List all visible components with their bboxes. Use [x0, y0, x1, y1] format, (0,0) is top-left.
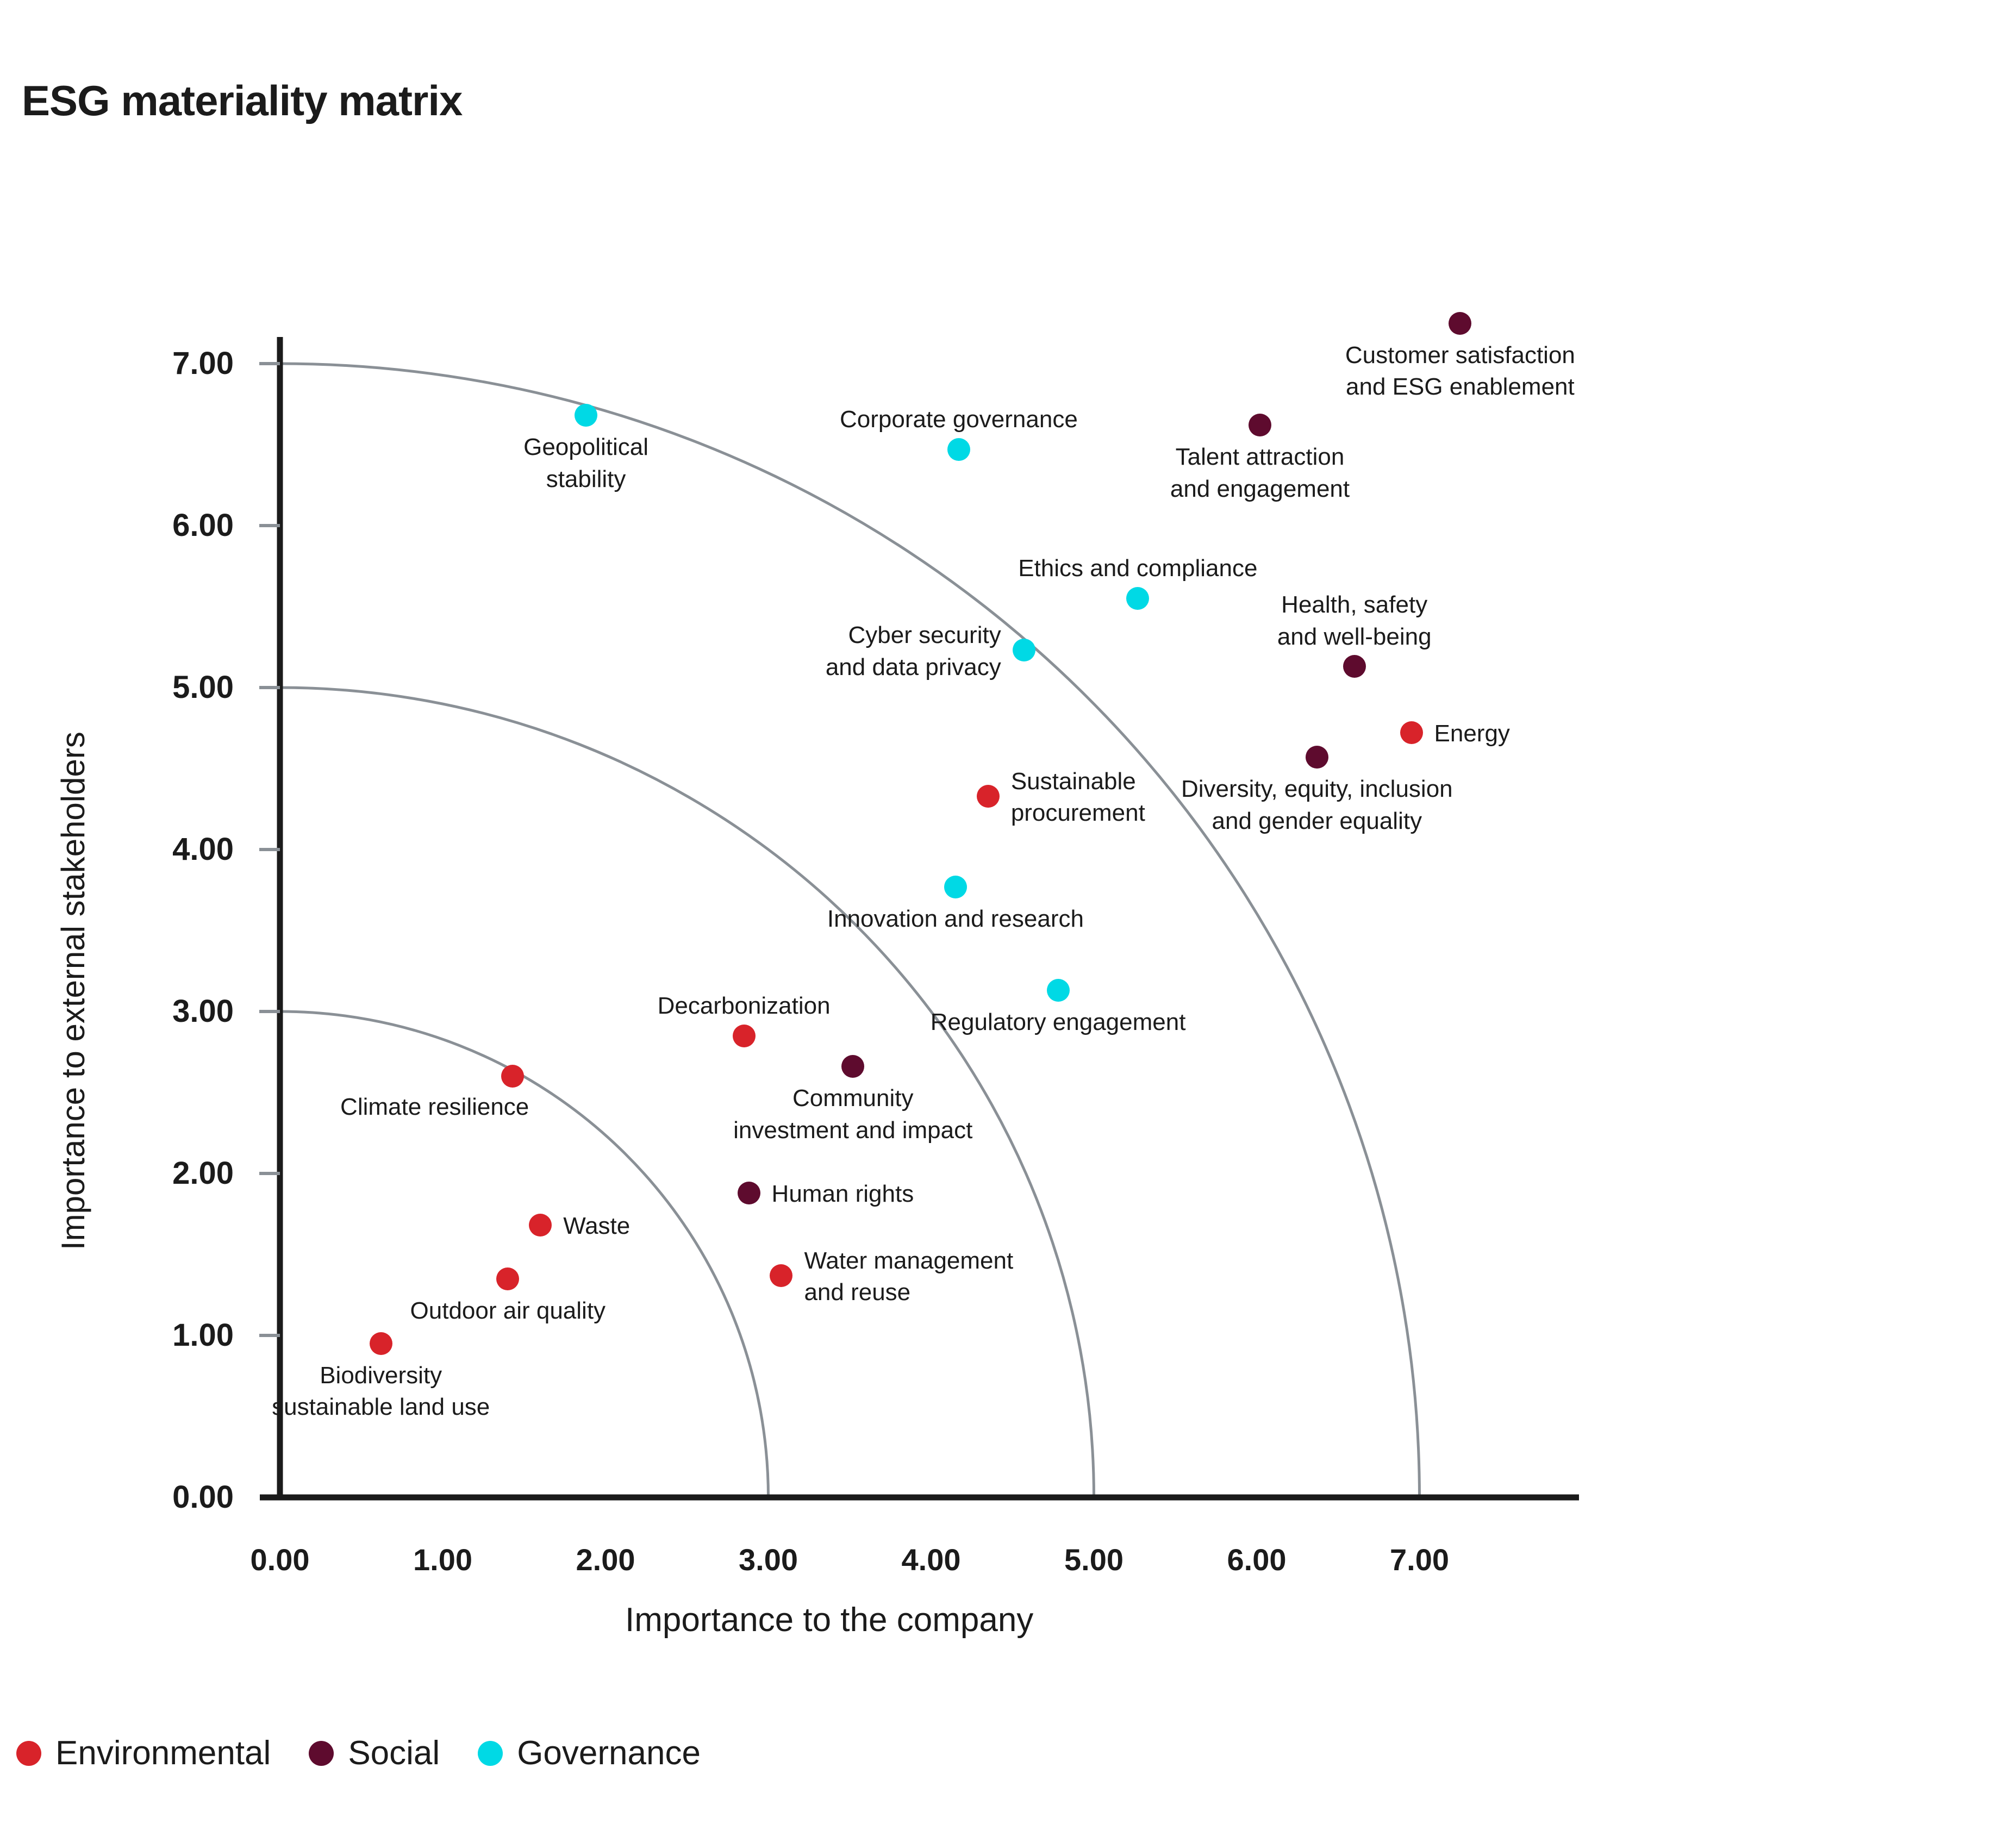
data-point-label: Water management and reuse: [804, 1247, 1014, 1306]
data-point-label: Decarbonization: [657, 992, 831, 1019]
y-tick-label: 2.00: [172, 1156, 234, 1191]
data-point[interactable]: [1248, 414, 1271, 437]
y-tick-label: 5.00: [172, 670, 234, 705]
legend-label: Environmental: [55, 1734, 271, 1772]
legend-item[interactable]: Social: [309, 1734, 440, 1772]
y-tick-label: 3.00: [172, 994, 234, 1029]
y-tick-label: 1.00: [172, 1317, 234, 1353]
data-point-label: Biodiversity sustainable land use: [272, 1362, 490, 1421]
data-point[interactable]: [770, 1264, 793, 1287]
data-point[interactable]: [737, 1181, 760, 1204]
data-point[interactable]: [1343, 655, 1366, 678]
data-point[interactable]: [944, 875, 967, 898]
legend-item[interactable]: Environmental: [16, 1734, 271, 1772]
data-point[interactable]: [976, 784, 1000, 808]
data-point-label: Outdoor air quality: [410, 1297, 606, 1324]
data-point-label: Corporate governance: [839, 405, 1078, 433]
legend: Environmental Social Governance: [16, 1734, 701, 1772]
data-point-label: Geopolitical stability: [523, 434, 648, 492]
materiality-arc: [279, 1010, 770, 1498]
x-tick-label: 5.00: [1064, 1543, 1124, 1577]
y-tick-label: 0.00: [172, 1479, 234, 1515]
x-tick-label: 3.00: [739, 1543, 798, 1577]
data-point-label: Energy: [1434, 720, 1510, 747]
data-point[interactable]: [1400, 721, 1423, 745]
data-point[interactable]: [1305, 746, 1328, 769]
data-point-label: Talent attraction and engagement: [1170, 444, 1350, 502]
x-tick-label: 0.00: [250, 1543, 310, 1577]
y-tick-label: 7.00: [172, 346, 234, 381]
data-point[interactable]: [947, 438, 970, 461]
data-point[interactable]: [1046, 979, 1070, 1002]
data-point-label: Ethics and compliance: [1018, 555, 1258, 582]
data-point[interactable]: [496, 1267, 520, 1290]
y-tick-label: 4.00: [172, 832, 234, 867]
data-point-label: Waste: [563, 1213, 631, 1240]
data-point-label: Sustainable procurement: [1010, 767, 1145, 827]
legend-swatch-icon: [309, 1740, 334, 1766]
legend-swatch-icon: [16, 1740, 41, 1766]
x-tick-label: 1.00: [413, 1543, 472, 1577]
data-point[interactable]: [369, 1332, 392, 1355]
legend-swatch-icon: [478, 1740, 503, 1766]
data-point[interactable]: [732, 1024, 756, 1047]
legend-label: Social: [348, 1734, 440, 1772]
data-point-label: Diversity, equity, inclusion and gender …: [1181, 776, 1453, 834]
x-tick-label: 6.00: [1227, 1543, 1287, 1577]
data-point-label: Innovation and research: [827, 905, 1084, 932]
data-point-label: Health, safety and well-being: [1277, 591, 1432, 650]
data-point-label: Regulatory engagement: [930, 1009, 1186, 1036]
x-axis-title: Importance to the company: [625, 1601, 1034, 1639]
y-axis-title: Importance to external stakeholders: [55, 732, 91, 1250]
data-point-label: Cyber security and data privacy: [825, 622, 1001, 680]
data-point[interactable]: [1449, 311, 1472, 335]
x-tick-label: 2.00: [576, 1543, 635, 1577]
data-point-label: Climate resilience: [340, 1094, 529, 1121]
data-point-label: Customer satisfaction and ESG enablement: [1345, 341, 1575, 401]
x-tick-label: 7.00: [1390, 1543, 1449, 1577]
data-point-label: Human rights: [771, 1180, 914, 1207]
y-tick-label: 6.00: [172, 508, 234, 543]
legend-item[interactable]: Governance: [478, 1734, 701, 1772]
data-point[interactable]: [1012, 639, 1035, 662]
data-point-label: Community investment and impact: [733, 1085, 973, 1144]
legend-label: Governance: [517, 1734, 701, 1772]
x-tick-label: 4.00: [901, 1543, 961, 1577]
